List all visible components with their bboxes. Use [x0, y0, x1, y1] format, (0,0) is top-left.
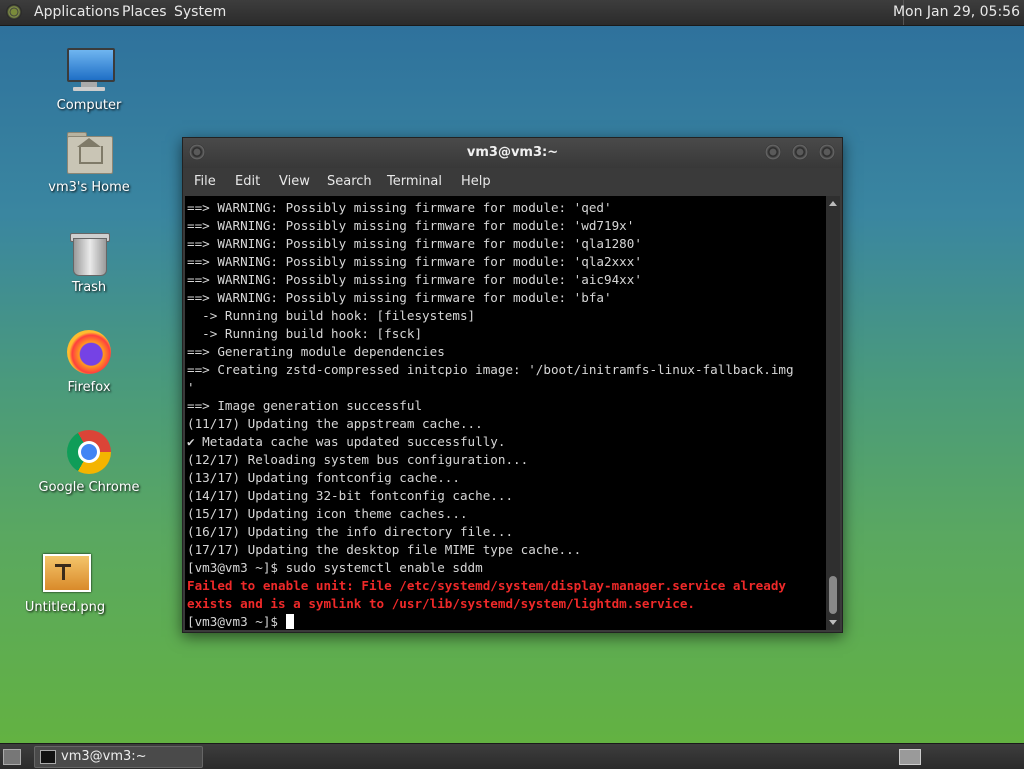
terminal-line: ': [187, 380, 195, 395]
terminal-line: ==> Creating zstd-compressed initcpio im…: [187, 362, 794, 377]
minimize-icon[interactable]: [765, 144, 781, 160]
desktop-icon-trash[interactable]: Trash: [34, 228, 144, 295]
desktop-icon-label: Firefox: [67, 380, 111, 395]
menu-terminal[interactable]: Terminal: [387, 174, 442, 189]
workspace-switcher[interactable]: [899, 749, 921, 765]
terminal-line: ==> WARNING: Possibly missing firmware f…: [187, 236, 642, 251]
terminal-line: (16/17) Updating the info directory file…: [187, 524, 514, 539]
scrollbar-thumb[interactable]: [829, 576, 837, 614]
desktop-icon-firefox[interactable]: Firefox: [34, 328, 144, 395]
system-menu[interactable]: System: [174, 4, 226, 20]
terminal-line: ==> WARNING: Possibly missing firmware f…: [187, 200, 612, 215]
terminal-line: (15/17) Updating icon theme caches...: [187, 506, 468, 521]
firefox-icon: [65, 328, 113, 376]
distro-logo-icon[interactable]: [6, 4, 22, 20]
terminal-line: ==> WARNING: Possibly missing firmware f…: [187, 254, 642, 269]
terminal-line: ==> WARNING: Possibly missing firmware f…: [187, 272, 642, 287]
top-panel: Applications Places System Mon Jan 29, 0…: [0, 0, 1024, 26]
terminal-scrollbar[interactable]: [826, 196, 840, 630]
scroll-up-icon[interactable]: [829, 201, 837, 206]
menu-file[interactable]: File: [194, 174, 216, 189]
applications-menu[interactable]: Applications: [34, 4, 120, 20]
terminal-window: vm3@vm3:~ File Edit View Search Terminal…: [182, 137, 843, 633]
chrome-icon: [65, 428, 113, 476]
taskbar-button-terminal[interactable]: vm3@vm3:~: [34, 746, 203, 768]
places-menu[interactable]: Places: [122, 4, 167, 20]
terminal-line: (13/17) Updating fontconfig cache...: [187, 470, 460, 485]
terminal-line: (14/17) Updating 32-bit fontconfig cache…: [187, 488, 514, 503]
terminal-line: (17/17) Updating the desktop file MIME t…: [187, 542, 582, 557]
desktop-icon-label: Trash: [71, 280, 107, 295]
terminal-prompt: [vm3@vm3 ~]$: [187, 614, 286, 629]
clock[interactable]: Mon Jan 29, 05:56: [893, 4, 1020, 20]
desktop-icon-label: Untitled.png: [24, 600, 106, 615]
terminal-line: ✔ Metadata cache was updated successfull…: [187, 434, 506, 449]
terminal-line: ==> WARNING: Possibly missing firmware f…: [187, 218, 635, 233]
maximize-icon[interactable]: [792, 144, 808, 160]
window-title: vm3@vm3:~: [466, 145, 559, 160]
terminal-error-line: Failed to enable unit: File /etc/systemd…: [187, 578, 786, 593]
bottom-panel: vm3@vm3:~: [0, 743, 1024, 769]
terminal-line: ==> Generating module dependencies: [187, 344, 445, 359]
home-folder-icon: [65, 128, 113, 176]
terminal-line: -> Running build hook: [fsck]: [187, 326, 423, 341]
computer-icon: [65, 46, 115, 94]
menu-edit[interactable]: Edit: [235, 174, 260, 189]
menu-search[interactable]: Search: [327, 174, 372, 189]
desktop-icon-label: vm3's Home: [48, 180, 130, 195]
taskbar-button-label: vm3@vm3:~: [61, 749, 147, 764]
close-icon[interactable]: [819, 144, 835, 160]
desktop-icon-computer[interactable]: Computer: [34, 46, 144, 113]
window-titlebar[interactable]: vm3@vm3:~: [183, 138, 842, 168]
terminal-cursor: [285, 614, 294, 629]
menu-view[interactable]: View: [279, 174, 310, 189]
terminal-line: [vm3@vm3 ~]$ sudo systemctl enable sddm: [187, 560, 483, 575]
show-desktop-icon[interactable]: [3, 749, 21, 765]
menu-help[interactable]: Help: [461, 174, 491, 189]
terminal-line: -> Running build hook: [filesystems]: [187, 308, 476, 323]
desktop-icon-chrome[interactable]: Google Chrome: [34, 428, 144, 495]
desktop-icon-label: Google Chrome: [38, 480, 140, 495]
terminal-line: (11/17) Updating the appstream cache...: [187, 416, 483, 431]
image-file-icon: [41, 548, 91, 596]
terminal-line: (12/17) Reloading system bus configurati…: [187, 452, 529, 467]
trash-icon: [65, 228, 113, 276]
terminal-line: ==> Image generation successful: [187, 398, 423, 413]
scroll-down-icon[interactable]: [829, 620, 837, 625]
window-menubar: File Edit View Search Terminal Help: [183, 170, 842, 194]
terminal-icon: [40, 750, 56, 764]
desktop-icon-home[interactable]: vm3's Home: [34, 128, 144, 195]
desktop-icon-image-file[interactable]: Untitled.png: [10, 548, 120, 615]
terminal-line: ==> WARNING: Possibly missing firmware f…: [187, 290, 612, 305]
desktop-icon-label: Computer: [56, 98, 122, 113]
terminal-output[interactable]: ==> WARNING: Possibly missing firmware f…: [185, 196, 826, 630]
terminal-error-line: exists and is a symlink to /usr/lib/syst…: [187, 596, 695, 611]
